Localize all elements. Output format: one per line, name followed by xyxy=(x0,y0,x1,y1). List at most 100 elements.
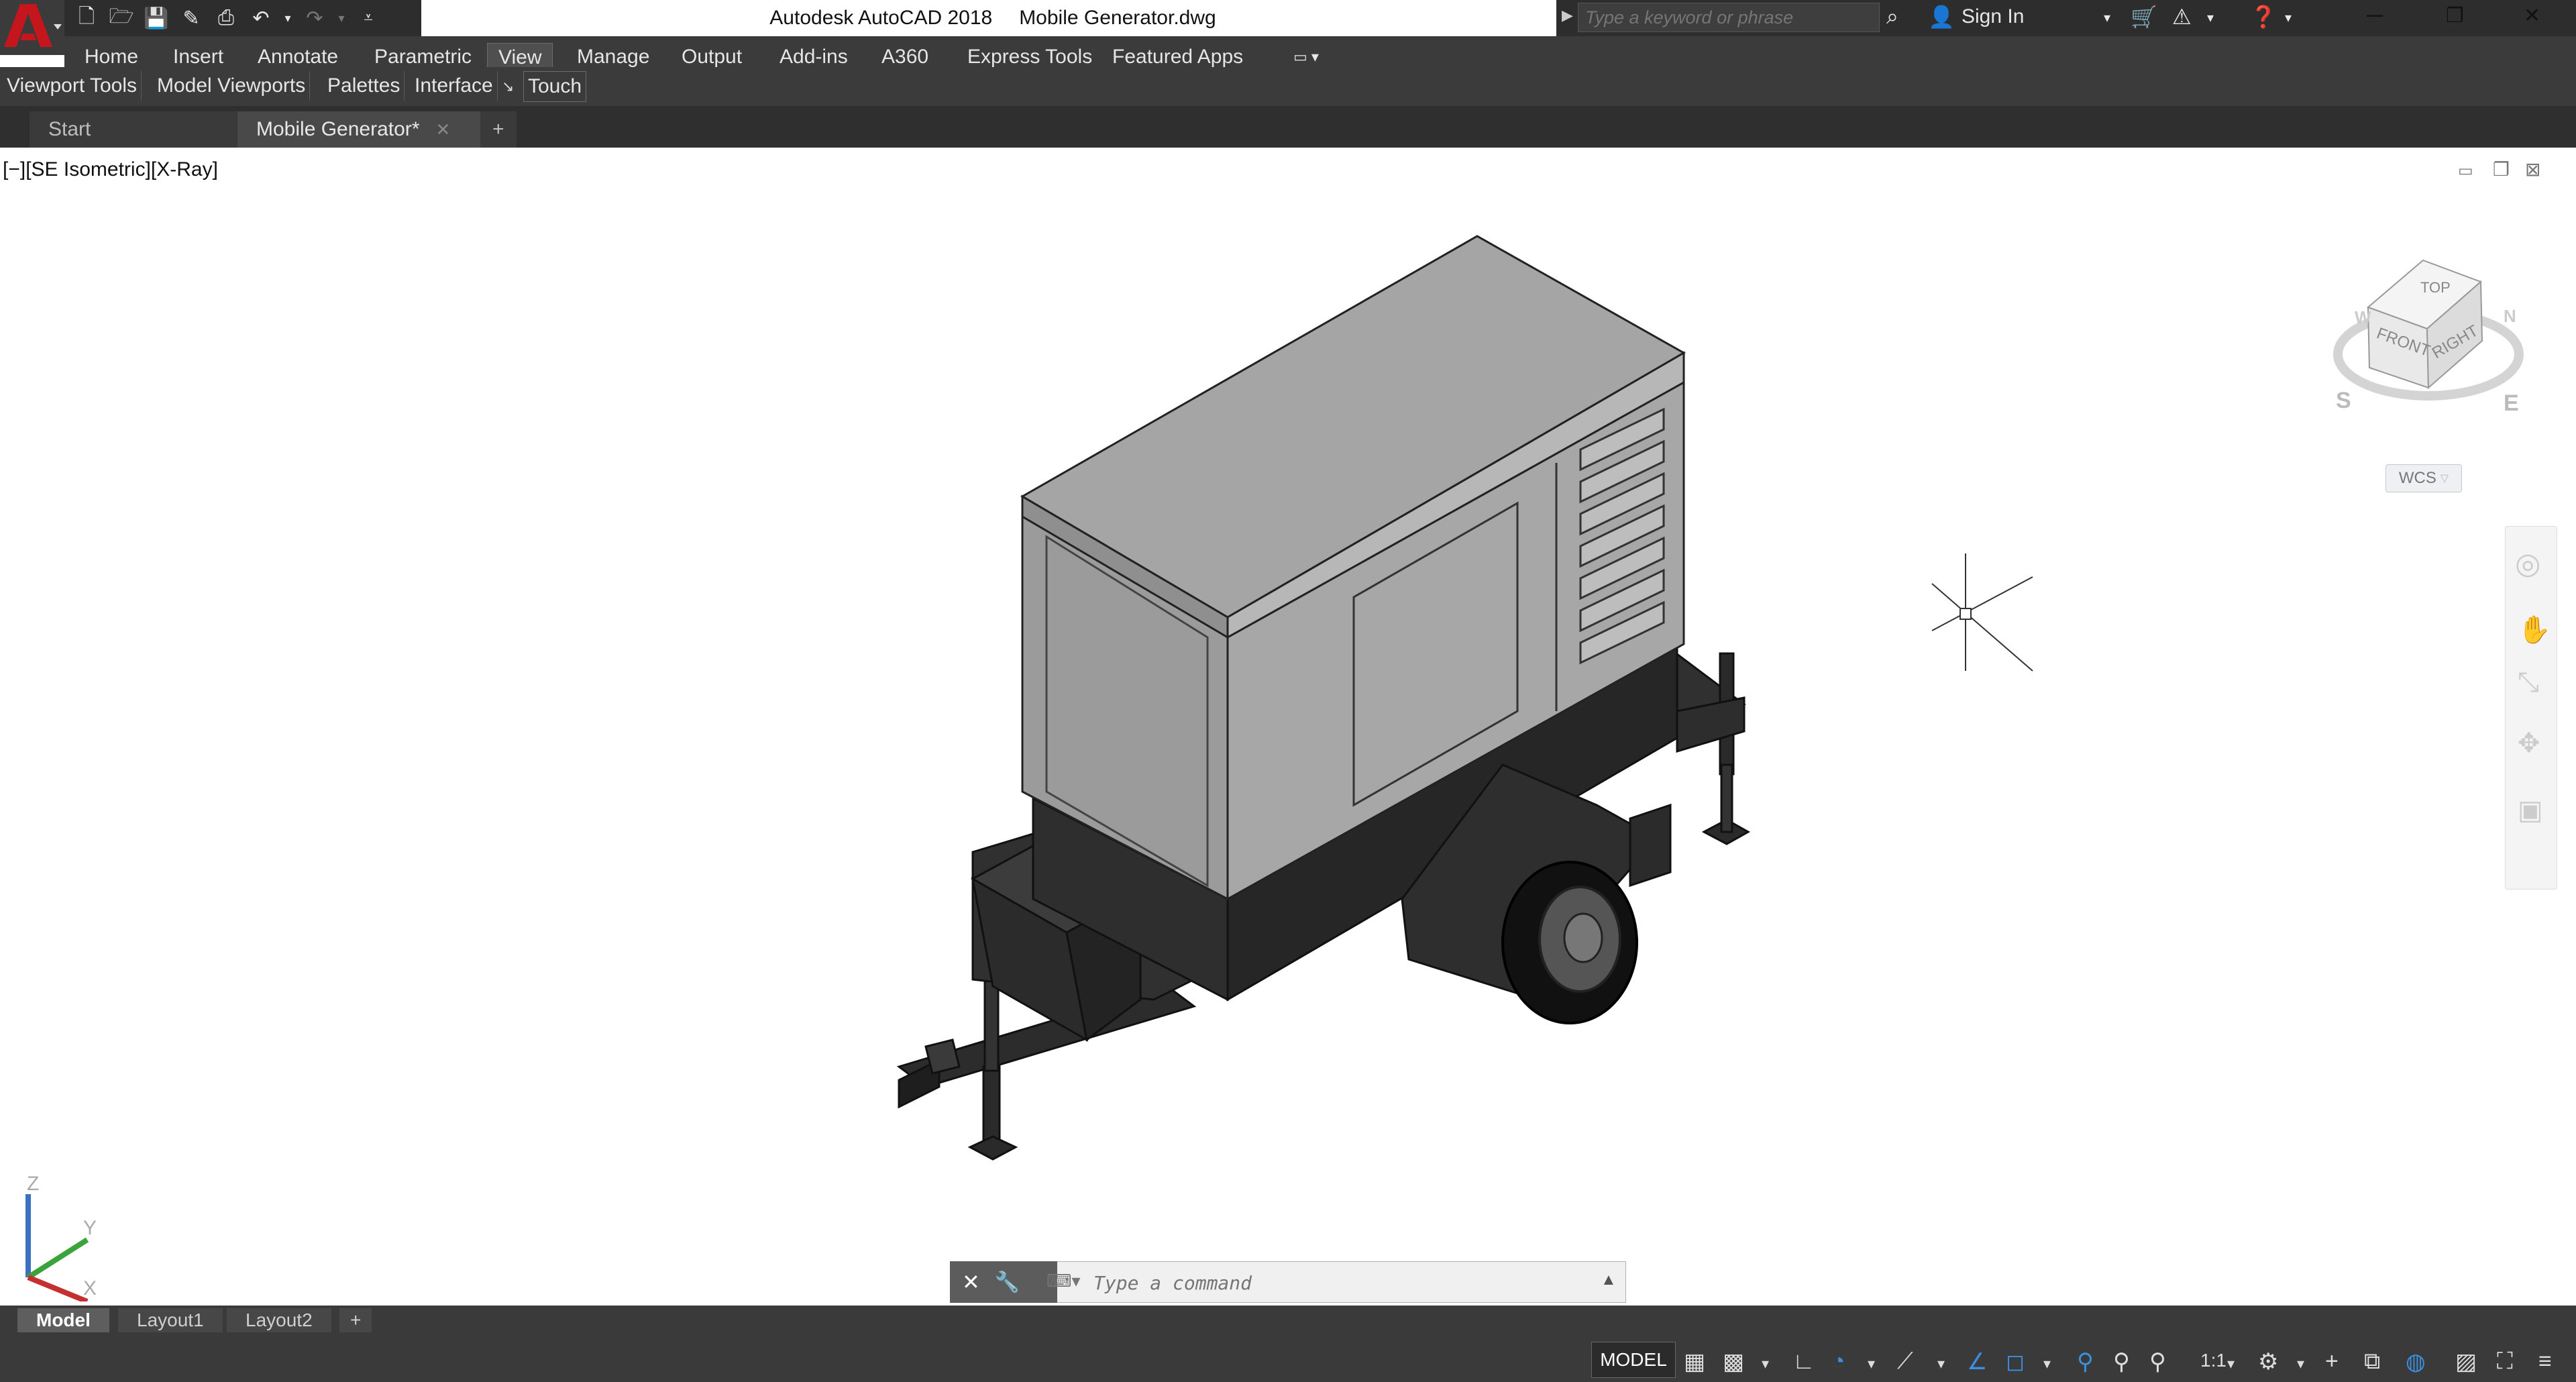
object-snap-tracking-icon[interactable]: ∠ xyxy=(1967,1348,1987,1375)
panel-model-viewports[interactable]: Model Viewports xyxy=(153,71,311,101)
customization-menu-icon[interactable]: ≡ xyxy=(2538,1348,2552,1375)
workspace-icon[interactable]: ⚙ xyxy=(2258,1348,2278,1375)
compass-north-label[interactable]: N xyxy=(2504,306,2516,326)
ucs-y-label: Y xyxy=(83,1217,97,1239)
compass-east-label[interactable]: E xyxy=(2504,390,2519,416)
saveas-icon[interactable]: ✎ xyxy=(178,5,204,31)
command-line-tools: ✕ 🔧 xyxy=(950,1261,1057,1303)
showmotion-icon[interactable]: ▣ xyxy=(2518,795,2543,826)
search-input[interactable] xyxy=(1578,3,1879,32)
customize-icon[interactable]: ⩡ xyxy=(356,5,381,31)
tab-layout1[interactable]: Layout1 xyxy=(118,1308,223,1332)
binoculars-icon[interactable]: ⌕ xyxy=(1886,4,1898,30)
isolate-objects-icon[interactable]: ◍ xyxy=(2406,1348,2426,1375)
hardware-acceleration-icon[interactable]: ▨ xyxy=(2455,1348,2477,1375)
signin-dropdown-icon[interactable]: ▾ xyxy=(2104,9,2110,26)
panel-dialog-launcher-icon[interactable]: ↘ xyxy=(502,78,514,95)
undo-dropdown-icon[interactable]: ▾ xyxy=(283,5,292,31)
object-snap-dropdown-icon[interactable]: ▾ xyxy=(2043,1355,2051,1373)
sign-in-button[interactable]: Sign In xyxy=(1962,5,2024,28)
file-tabs: Start Mobile Generator* ✕ + xyxy=(0,106,2576,148)
ucs-z-label: Z xyxy=(27,1173,39,1195)
scale-dropdown-icon[interactable]: ▾ xyxy=(2227,1355,2235,1373)
cart-icon[interactable]: 🛒 xyxy=(2131,4,2157,30)
tab-start[interactable]: Start xyxy=(30,111,268,148)
help-icon[interactable]: ❓ xyxy=(2250,4,2277,30)
polar-icon[interactable]: ◔ xyxy=(1831,1348,1845,1375)
new-tab-icon[interactable]: + xyxy=(480,111,517,148)
new-icon[interactable]: 🗋 xyxy=(74,5,99,31)
viewcube[interactable]: TOP FRONT RIGHT S E W N xyxy=(2328,255,2542,429)
panel-viewport-tools[interactable]: Viewport Tools xyxy=(3,71,142,101)
ortho-icon[interactable]: ∟ xyxy=(1792,1348,1815,1375)
file-name: Mobile Generator.dwg xyxy=(1019,7,1216,29)
customize-command-icon[interactable]: 🔧 xyxy=(995,1271,1020,1294)
clean-screen-icon[interactable]: ⛶ xyxy=(2497,1348,2513,1375)
steering-wheel-icon[interactable]: ◎ xyxy=(2515,547,2540,581)
viewcube-top-label[interactable]: TOP xyxy=(2420,279,2451,296)
status-bar xyxy=(0,1334,2576,1382)
orbit-icon[interactable]: ✥ xyxy=(2518,728,2540,759)
document-tab-label: Mobile Generator* xyxy=(256,118,420,140)
close-button[interactable]: ✕ xyxy=(2524,4,2540,28)
close-tab-icon[interactable]: ✕ xyxy=(435,119,450,140)
panel-palettes[interactable]: Palettes xyxy=(323,71,405,101)
autocad-logo-icon xyxy=(4,4,62,47)
auto-scale-icon[interactable]: ⚲ xyxy=(2113,1348,2130,1375)
snap-dropdown-icon[interactable]: ▾ xyxy=(1762,1355,1769,1373)
save-icon[interactable]: 💾 xyxy=(144,5,169,31)
object-snap-icon[interactable]: ◻ xyxy=(2006,1348,2025,1375)
wcs-label: WCS xyxy=(2398,469,2436,487)
wcs-dropdown-icon: ▽ xyxy=(2440,473,2449,484)
open-icon[interactable]: 🗁 xyxy=(109,5,134,31)
close-command-icon[interactable]: ✕ xyxy=(962,1269,980,1295)
restore-button[interactable]: ❐ xyxy=(2446,4,2464,28)
command-history-icon[interactable]: ▲ xyxy=(1601,1271,1617,1289)
ucs-x-label: X xyxy=(83,1277,97,1299)
generator-model[interactable] xyxy=(0,148,2576,1306)
units-icon[interactable]: + xyxy=(2325,1348,2339,1375)
ribbon-panels: Viewport Tools Model Viewports Palettes … xyxy=(0,67,2576,106)
compass-south-label[interactable]: S xyxy=(2336,388,2351,413)
user-icon[interactable]: 👤 xyxy=(1928,4,1955,30)
annotation-scale-value[interactable]: 1:1 xyxy=(2200,1350,2226,1371)
navigation-bar: ◎ ✋ ⤡ ✥ ▣ xyxy=(2505,526,2557,890)
quick-properties-icon[interactable]: ⧉ xyxy=(2364,1348,2380,1375)
new-layout-icon[interactable]: + xyxy=(339,1308,372,1332)
isodraft-dropdown-icon[interactable]: ▾ xyxy=(1937,1355,1945,1373)
ucs-icon: Z Y X xyxy=(25,1173,97,1301)
panel-interface[interactable]: Interface xyxy=(411,71,498,101)
undo-icon[interactable]: ↶ xyxy=(248,5,274,31)
command-input[interactable] xyxy=(1092,1267,1591,1299)
tab-document[interactable]: Mobile Generator* ✕ xyxy=(237,111,503,148)
annotation-scale-icon[interactable]: ⚲ xyxy=(2149,1348,2166,1375)
polar-dropdown-icon[interactable]: ▾ xyxy=(1868,1355,1875,1373)
zoom-extents-icon[interactable]: ⤡ xyxy=(2518,668,2539,698)
crosshair-cursor xyxy=(1931,553,2033,672)
isodraft-icon[interactable]: ⟋ xyxy=(1897,1348,1913,1375)
redo-icon[interactable]: ↷ xyxy=(302,5,327,31)
help-dropdown-icon[interactable]: ▾ xyxy=(2285,9,2292,26)
grid-icon[interactable]: ▦ xyxy=(1684,1348,1705,1375)
wcs-dropdown[interactable]: WCS ▽ xyxy=(2385,464,2462,492)
snap-icon[interactable]: ▩ xyxy=(1723,1348,1744,1375)
workspace-dropdown-icon[interactable]: ▾ xyxy=(2297,1355,2304,1373)
search-box[interactable] xyxy=(1578,3,1880,32)
annotation-visibility-icon[interactable]: ⚲ xyxy=(2077,1348,2094,1375)
compass-west-label[interactable]: W xyxy=(2355,307,2371,327)
tab-layout2[interactable]: Layout2 xyxy=(227,1308,331,1332)
panel-touch[interactable]: Touch xyxy=(523,71,587,102)
layout-tabs: Model Layout1 Layout2 + xyxy=(0,1306,2576,1334)
plot-icon[interactable]: ⎙ xyxy=(213,5,239,31)
tab-model[interactable]: Model xyxy=(17,1308,109,1332)
quick-access-toolbar: 🗋 🗁 💾 ✎ ⎙ ↶ ▾ ↷ ▾ ⩡ xyxy=(64,0,421,36)
a360-icon[interactable]: ⚠ xyxy=(2172,4,2192,30)
pan-icon[interactable]: ✋ xyxy=(2518,614,2551,645)
model-space-button[interactable]: MODEL xyxy=(1591,1342,1676,1378)
recent-commands-icon[interactable]: ⌨▾ xyxy=(1046,1271,1081,1291)
redo-dropdown-icon[interactable]: ▾ xyxy=(337,5,346,31)
minimize-button[interactable]: ─ xyxy=(2367,3,2383,29)
search-expand-icon[interactable]: ▶ xyxy=(1562,7,1573,24)
application-menu-button[interactable] xyxy=(0,0,64,55)
a360-dropdown-icon[interactable]: ▾ xyxy=(2207,9,2214,26)
